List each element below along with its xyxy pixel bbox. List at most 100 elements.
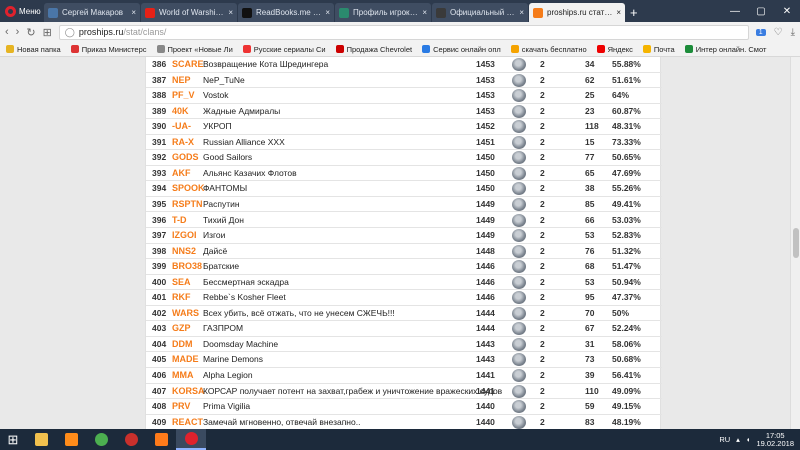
clock[interactable]: 17:05 19.02.2018 (756, 431, 794, 448)
clan-row[interactable]: 390 -UA- УКРОП 1452 2 118 48.31% (146, 119, 662, 135)
clan-row[interactable]: 399 BRO38 Братские 1446 2 68 51.47% (146, 259, 662, 275)
tab-close-icon[interactable]: × (616, 8, 621, 17)
clan-row[interactable]: 393 AKF Альянс Казачих Флотов 1450 2 65 47.69% (146, 166, 662, 182)
tab-close-icon[interactable]: × (422, 8, 427, 17)
clan-name: Vostok (203, 90, 229, 101)
start-button[interactable]: ⊞ (0, 429, 26, 450)
opera-menu-button[interactable]: Меню (0, 0, 44, 22)
tab-close-icon[interactable]: × (519, 8, 524, 17)
browser-tab[interactable]: Сергей Макаров × (44, 3, 140, 22)
clan-row[interactable]: 406 MMA Alpha Legion 1441 2 39 56.41% (146, 368, 662, 384)
network-icon[interactable]: ▴ (736, 435, 740, 444)
clan-row[interactable]: 388 PF_V Vostok 1453 2 25 64% (146, 88, 662, 104)
adblock-badge[interactable]: 1 (755, 28, 766, 36)
clan-tag-link[interactable]: RSPTN (172, 199, 203, 209)
bookmark-item[interactable]: Продажа Chevrolet (335, 45, 412, 54)
language-indicator[interactable]: RU (719, 435, 730, 444)
clan-tag-link[interactable]: 40K (172, 106, 189, 116)
bookmark-item[interactable]: Новая папка (6, 45, 61, 54)
download-icon[interactable]: ⤓ (791, 27, 795, 38)
clan-tag-link[interactable]: WARS (172, 308, 199, 318)
heart-icon[interactable]: ♡ (774, 27, 783, 38)
taskbar-app-file-explorer[interactable] (26, 429, 56, 450)
url-field[interactable]: ◯ proships.ru/stat/clans/ (58, 24, 749, 40)
forward-icon[interactable]: › (16, 26, 20, 38)
clan-tag-link[interactable]: SCARE (172, 59, 204, 69)
clan-row[interactable]: 391 RA-X Russian Alliance XXX 1451 2 15 73.33% (146, 135, 662, 151)
clan-tag-link[interactable]: REACT (172, 417, 203, 427)
bookmark-item[interactable]: скачать бесплатно (510, 45, 587, 54)
speed-dial-icon[interactable]: ⊞ (43, 26, 52, 39)
clan-tag-link[interactable]: SEA (172, 277, 191, 287)
browser-tab[interactable]: World of Warships. Прод× (141, 3, 237, 22)
tab-close-icon[interactable]: × (228, 8, 233, 17)
clan-row[interactable]: 403 GZP ГАЗПРОМ 1444 2 67 52.24% (146, 321, 662, 337)
bookmark-item[interactable]: Приказ Министерс (70, 45, 147, 54)
tab-close-icon[interactable]: × (131, 8, 136, 17)
clan-tag-link[interactable]: RKF (172, 292, 191, 302)
clan-tag-link[interactable]: BRO38 (172, 261, 202, 271)
opera-logo-icon (5, 5, 16, 17)
clan-row[interactable]: 409 REACT Замечай мгновенно, отвечай внеза… (146, 415, 662, 429)
bookmark-item[interactable]: Интер онлайн. Смот (684, 45, 766, 54)
clan-row[interactable]: 398 NNS2 Дайсё 1448 2 76 51.32% (146, 244, 662, 260)
clan-row[interactable]: 387 NEP NeP_TuNe 1453 2 62 51.61% (146, 73, 662, 89)
clan-tag-link[interactable]: NEP (172, 75, 191, 85)
back-icon[interactable]: ‹ (5, 26, 9, 38)
clan-row[interactable]: 400 SEA Бессмертная эскадра 1446 2 53 50.94% (146, 275, 662, 291)
bookmark-item[interactable]: Яндекс (596, 45, 633, 54)
clan-row[interactable]: 386 SCARE Возвращение Кота Шредингера 1453 2… (146, 57, 662, 73)
close-window-button[interactable]: ✕ (774, 6, 800, 17)
bookmark-item[interactable]: Русские сериалы Си (242, 45, 326, 54)
bookmark-item[interactable]: Почта (642, 45, 675, 54)
reload-icon[interactable]: ↻ (26, 26, 35, 39)
clan-tag-link[interactable]: PF_V (172, 90, 195, 100)
browser-tab[interactable]: Официальный форум игр × (432, 3, 528, 22)
clan-row[interactable]: 408 PRV Prima Vigilia 1440 2 59 49.15% (146, 399, 662, 415)
browser-tab[interactable]: Профиль игрока dik__ar × (335, 3, 431, 22)
clan-members: 59 (585, 401, 595, 412)
clan-row[interactable]: 405 MADE Marine Demons 1443 2 73 50.68% (146, 352, 662, 368)
clan-row[interactable]: 402 WARS Всех убить, всё отжать, что не ун… (146, 306, 662, 322)
new-tab-button[interactable]: + (626, 5, 642, 22)
clan-tag-link[interactable]: -UA- (172, 121, 191, 131)
clan-row[interactable]: 395 RSPTN Распутин 1449 2 85 49.41% (146, 197, 662, 213)
volume-icon[interactable]: ◖ (746, 435, 751, 444)
bookmark-item[interactable]: Проект «Новые Ли (156, 45, 233, 54)
scrollbar-thumb[interactable] (793, 228, 799, 258)
maximize-button[interactable]: ▢ (748, 6, 774, 17)
clan-row[interactable]: 397 IZGOI Изгои 1449 2 53 52.83% (146, 228, 662, 244)
minimize-button[interactable]: — (722, 6, 748, 17)
clan-tag-link[interactable]: NNS2 (172, 246, 196, 256)
clan-tag-link[interactable]: MMA (172, 370, 194, 380)
clan-row[interactable]: 404 DDM Doomsday Machine 1443 2 31 58.06% (146, 337, 662, 353)
bookmark-item[interactable]: Сервис онлайн опл (422, 45, 501, 54)
clan-tag-link[interactable]: GZP (172, 323, 191, 333)
clan-tag-link[interactable]: SPOOK (172, 183, 205, 193)
tab-close-icon[interactable]: × (325, 8, 330, 17)
clan-row[interactable]: 407 KORSA КОРСАР получает потент на захват… (146, 384, 662, 400)
taskbar-app-mozilla-firefox[interactable] (146, 429, 176, 450)
clan-row[interactable]: 396 T-D Тихий Дон 1449 2 66 53.03% (146, 213, 662, 229)
page-scrollbar[interactable] (790, 57, 800, 429)
bookmark-icon (422, 45, 431, 53)
clan-row[interactable]: 394 SPOOK ФАНТОМЫ 1450 2 38 55.26% (146, 181, 662, 197)
clan-row[interactable]: 392 GODS Good Sailors 1450 2 77 50.65% (146, 150, 662, 166)
clan-row[interactable]: 401 RKF Rebbe`s Kosher Fleet 1446 2 95 47.37% (146, 290, 662, 306)
clan-tag-link[interactable]: AKF (172, 168, 191, 178)
taskbar-app-chrome[interactable] (86, 429, 116, 450)
taskbar-app-opera-secondary[interactable] (116, 429, 146, 450)
taskbar-app-opera-browser[interactable] (176, 429, 206, 450)
clan-tag-link[interactable]: T-D (172, 215, 187, 225)
clan-row[interactable]: 389 40K Жадные Адмиралы 1453 2 23 60.87% (146, 104, 662, 120)
clan-tag-link[interactable]: GODS (172, 152, 199, 162)
clan-tag-link[interactable]: DDM (172, 339, 193, 349)
clan-tag-link[interactable]: PRV (172, 401, 190, 411)
clan-tag-link[interactable]: KORSA (172, 386, 205, 396)
browser-tab[interactable]: proships.ru статистика, × (529, 3, 625, 22)
clan-tag-link[interactable]: RA-X (172, 137, 194, 147)
browser-tab[interactable]: ReadBooks.me - ваша он × (238, 3, 334, 22)
clan-tag-link[interactable]: IZGOI (172, 230, 197, 240)
taskbar-app-media-player[interactable] (56, 429, 86, 450)
clan-tag-link[interactable]: MADE (172, 354, 199, 364)
